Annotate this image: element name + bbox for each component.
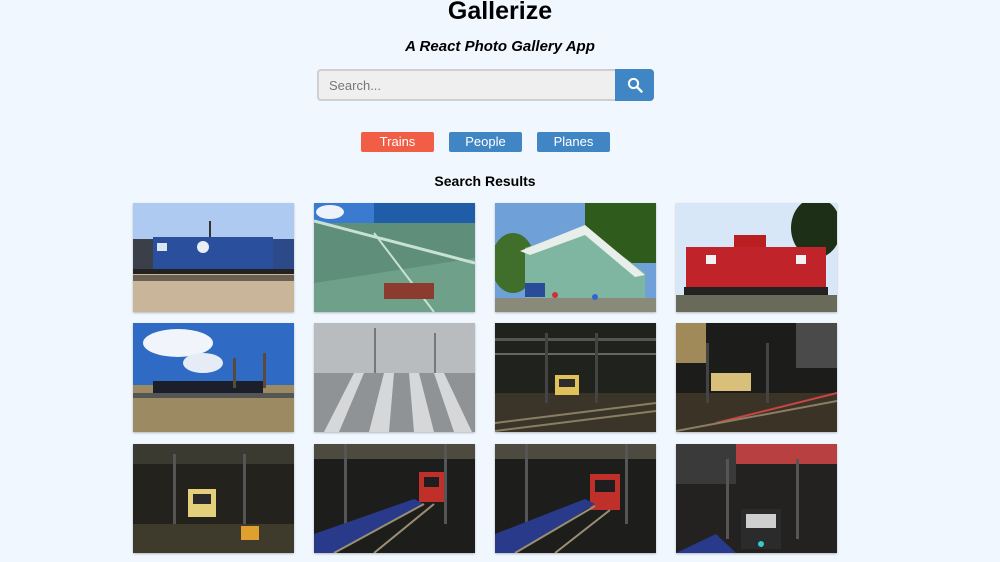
photo-4[interactable]	[676, 203, 837, 312]
photo-8[interactable]	[676, 323, 837, 432]
search-icon	[627, 77, 643, 93]
nav-people-button[interactable]: People	[449, 132, 522, 152]
search-form	[317, 69, 654, 101]
photo-6[interactable]	[314, 323, 475, 432]
search-button[interactable]	[615, 69, 654, 101]
nav-planes-button[interactable]: Planes	[537, 132, 610, 152]
search-input[interactable]	[317, 69, 615, 101]
photo-12[interactable]	[676, 444, 837, 553]
search-results-heading: Search Results	[434, 173, 536, 189]
photo-2[interactable]	[314, 203, 475, 312]
nav-trains-button[interactable]: Trains	[361, 132, 434, 152]
photo-7[interactable]	[495, 323, 656, 432]
photo-9[interactable]	[133, 444, 294, 553]
photo-10[interactable]	[314, 444, 475, 553]
photo-1[interactable]	[133, 203, 294, 312]
photo-5[interactable]	[133, 323, 294, 432]
photo-11[interactable]	[495, 444, 656, 553]
page-title: Gallerize	[447, 0, 553, 25]
photo-3[interactable]	[495, 203, 656, 312]
page-subtitle: A React Photo Gallery App	[405, 38, 595, 55]
